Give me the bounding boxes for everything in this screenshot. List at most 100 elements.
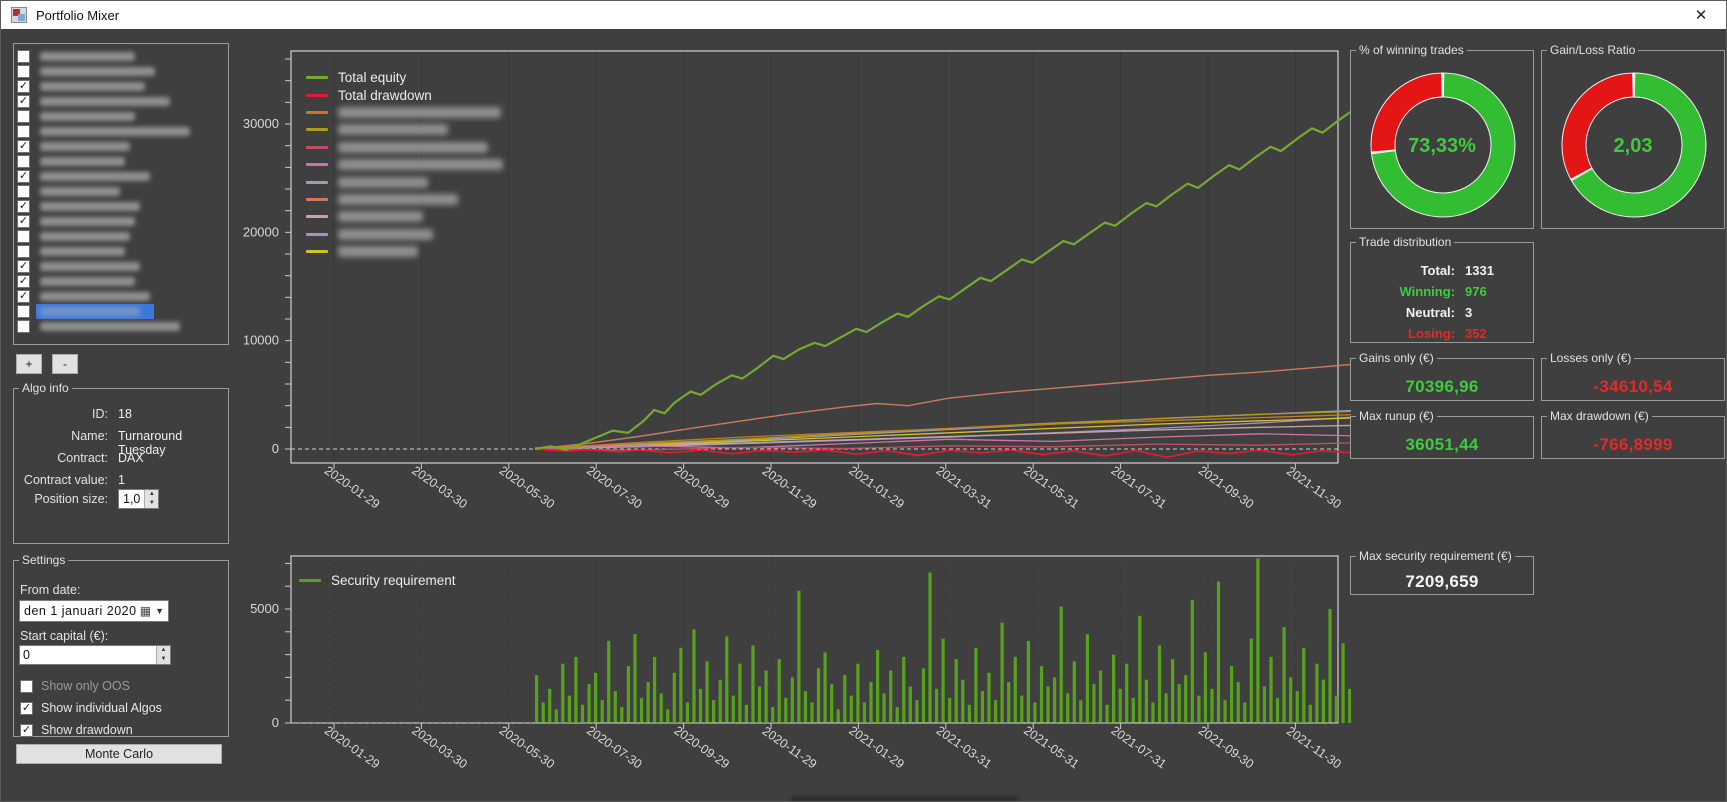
list-item[interactable] <box>14 229 228 244</box>
blurred-item-label <box>40 67 155 76</box>
monte-carlo-button[interactable]: Monte Carlo <box>16 744 222 764</box>
svg-text:2020-09-29: 2020-09-29 <box>671 723 731 771</box>
legend-row: Total equity <box>306 69 503 86</box>
from-date-picker[interactable]: den 1 januari 2020 ▦ ▼ <box>19 600 169 622</box>
losses-only-value: -34610,54 <box>1593 377 1673 396</box>
blurred-legend-label <box>338 193 458 205</box>
blurred-item-label <box>40 127 190 136</box>
svg-text:2020-03-30: 2020-03-30 <box>409 463 469 511</box>
svg-text:2021-05-31: 2021-05-31 <box>1021 723 1081 771</box>
trade-distribution-title: Trade distribution <box>1359 235 1452 249</box>
chevron-down-icon[interactable]: ▼ <box>151 606 168 616</box>
list-item[interactable]: ✓ <box>14 214 228 229</box>
distribution-row: Losing: 352 <box>1351 326 1533 341</box>
legend-row <box>306 243 503 260</box>
list-item-checkbox[interactable] <box>17 125 30 138</box>
add-algo-button[interactable]: + <box>16 354 42 374</box>
list-item[interactable] <box>14 244 228 259</box>
list-item[interactable] <box>14 154 228 169</box>
list-item-checkbox[interactable]: ✓ <box>17 140 30 153</box>
legend-row <box>306 173 503 190</box>
list-item-checkbox[interactable]: ✓ <box>17 170 30 183</box>
close-button[interactable]: ✕ <box>1676 1 1726 29</box>
algo-info-row: Name: Turnaround Tuesday <box>20 429 220 457</box>
start-capital-input[interactable]: 0 ▲ ▼ <box>19 645 171 665</box>
list-item-checkbox[interactable]: ✓ <box>17 200 30 213</box>
list-item-checkbox[interactable] <box>17 110 30 123</box>
list-item[interactable] <box>14 124 228 139</box>
blurred-item-label <box>40 112 135 121</box>
max-security-title: Max security requirement (€) <box>1359 549 1512 563</box>
checkbox[interactable]: ✓ <box>20 723 33 737</box>
blurred-item-label <box>40 142 130 151</box>
list-item-checkbox[interactable] <box>17 155 30 168</box>
gain-loss-title: Gain/Loss Ratio <box>1550 43 1636 57</box>
list-item[interactable]: ✓ <box>14 289 228 304</box>
calendar-icon[interactable]: ▦ <box>140 604 151 618</box>
distribution-label: Winning: <box>1399 284 1455 299</box>
list-item[interactable] <box>14 109 228 124</box>
svg-text:2021-01-29: 2021-01-29 <box>846 463 906 511</box>
list-item[interactable]: ✓ <box>14 274 228 289</box>
distribution-row: Neutral: 3 <box>1351 305 1533 320</box>
window-title: Portfolio Mixer <box>36 7 120 23</box>
list-item-checkbox[interactable]: ✓ <box>17 80 30 93</box>
list-item[interactable]: ✓ <box>14 94 228 109</box>
blurred-legend-label <box>338 106 501 118</box>
list-item[interactable]: ✓ <box>14 79 228 94</box>
capital-stepper-arrows[interactable]: ▲ ▼ <box>156 646 170 664</box>
svg-text:2021-01-29: 2021-01-29 <box>846 723 906 771</box>
checkbox[interactable] <box>20 679 33 693</box>
list-item[interactable]: ✓ <box>14 199 228 214</box>
legend-swatch <box>306 163 328 167</box>
portfolio-mixer-window: Portfolio Mixer ✕ ✓ ✓ ✓ ✓ ✓ ✓ ✓ ✓ ✓ + - Algo inf… <box>0 0 1727 802</box>
svg-text:10000: 10000 <box>243 333 279 348</box>
list-item[interactable] <box>14 184 228 199</box>
svg-text:2021-05-31: 2021-05-31 <box>1021 463 1081 511</box>
list-item-checkbox[interactable] <box>17 320 30 333</box>
list-item[interactable] <box>14 319 228 334</box>
settings-checkbox-row[interactable]: Show only OOS <box>20 679 130 693</box>
distribution-label: Neutral: <box>1405 305 1455 320</box>
list-item[interactable]: ✓ <box>14 259 228 274</box>
distribution-value: 352 <box>1465 326 1487 341</box>
list-item-checkbox[interactable] <box>17 245 30 258</box>
legend-label: Total equity <box>338 70 407 86</box>
list-item-checkbox[interactable]: ✓ <box>17 95 30 108</box>
losses-only-groupbox: Losses only (€) -34610,54 <box>1541 351 1725 401</box>
remove-algo-button[interactable]: - <box>52 354 78 374</box>
list-item[interactable] <box>14 49 228 64</box>
blurred-legend-label <box>338 124 448 136</box>
svg-text:2020-07-30: 2020-07-30 <box>584 723 644 771</box>
blurred-item-label <box>40 157 125 166</box>
list-item-checkbox[interactable] <box>17 305 30 318</box>
legend-swatch <box>306 76 328 80</box>
distribution-label: Total: <box>1420 263 1455 278</box>
from-date-label: From date: <box>20 583 81 597</box>
settings-checkbox-row[interactable]: ✓ Show drawdown <box>20 723 133 737</box>
stepper-arrows[interactable]: ▲ ▼ <box>144 490 159 508</box>
checkbox[interactable]: ✓ <box>20 701 33 715</box>
gains-only-title: Gains only (€) <box>1359 351 1434 365</box>
svg-text:2020-11-29: 2020-11-29 <box>760 724 820 772</box>
list-item-checkbox[interactable]: ✓ <box>17 215 30 228</box>
list-item[interactable] <box>14 304 228 319</box>
algo-list[interactable]: ✓ ✓ ✓ ✓ ✓ ✓ ✓ ✓ ✓ <box>13 43 229 345</box>
legend-row <box>306 121 503 138</box>
blurred-item-label <box>40 82 145 91</box>
list-item-checkbox[interactable]: ✓ <box>17 290 30 303</box>
settings-checkbox-row[interactable]: ✓ Show individual Algos <box>20 701 162 715</box>
list-item-checkbox[interactable] <box>17 230 30 243</box>
list-item-checkbox[interactable]: ✓ <box>17 260 30 273</box>
security-chart-legend: Security requirement <box>299 572 456 589</box>
list-item-checkbox[interactable] <box>17 185 30 198</box>
list-item[interactable]: ✓ <box>14 169 228 184</box>
list-item-checkbox[interactable]: ✓ <box>17 275 30 288</box>
bottom-cutoff-artifact <box>791 796 1019 801</box>
list-item-checkbox[interactable] <box>17 65 30 78</box>
list-item-checkbox[interactable] <box>17 50 30 63</box>
list-item[interactable] <box>14 64 228 79</box>
position-size-stepper[interactable]: 1,0 ▲ ▼ <box>118 489 160 509</box>
list-item[interactable]: ✓ <box>14 139 228 154</box>
algo-info-label: ID: <box>92 407 108 421</box>
